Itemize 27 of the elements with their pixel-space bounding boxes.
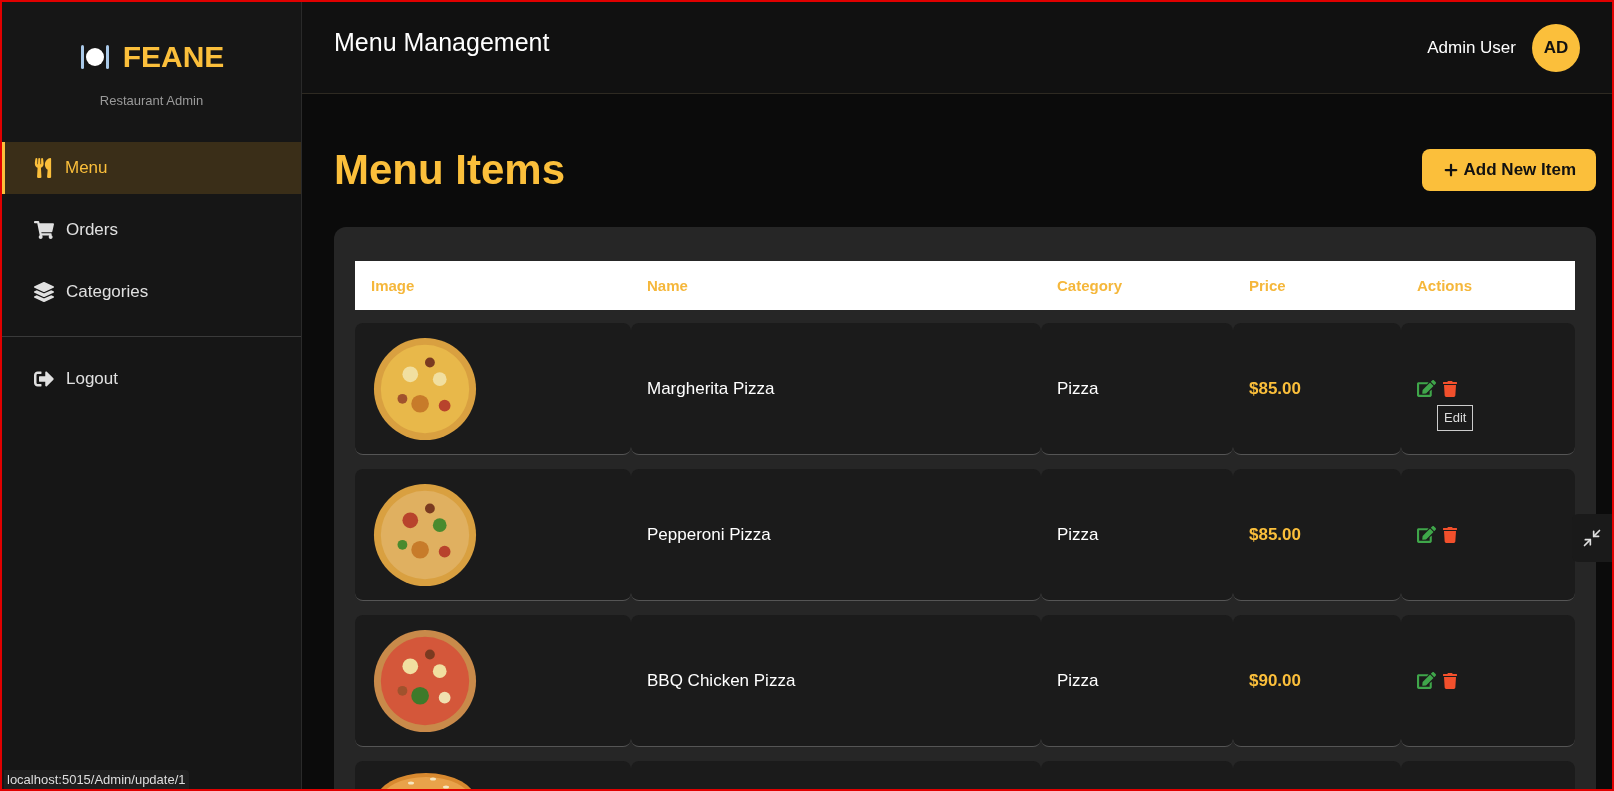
column-header: Name	[647, 276, 688, 294]
page-title: Menu Items	[334, 145, 566, 195]
avatar[interactable]: AD	[1532, 23, 1580, 72]
item-price: $85.00	[1249, 523, 1301, 546]
add-item-button[interactable]: Add New Item	[1421, 148, 1596, 191]
header-title: Menu Management	[334, 26, 550, 58]
logout-link[interactable]: Logout	[2, 353, 301, 405]
status-url: localhost:5015/Admin/update/1	[4, 769, 189, 789]
brand-subtitle: Restaurant Admin	[99, 91, 204, 110]
item-price: $90.00	[1249, 669, 1301, 692]
item-category: Pizza	[1057, 377, 1099, 400]
item-category: Pizza	[1057, 669, 1099, 692]
column-header: Category	[1057, 276, 1123, 294]
column-header: Actions	[1417, 276, 1472, 294]
sidebar-item[interactable]: Categories	[2, 266, 301, 318]
user-name: Admin User	[1427, 36, 1516, 59]
brand-name: FEANE	[122, 38, 225, 75]
item-category: Pizza	[1057, 523, 1099, 546]
column-header: Price	[1249, 276, 1286, 294]
sidebar-item[interactable]: Menu	[2, 142, 301, 194]
item-price: $85.00	[1249, 377, 1301, 400]
tooltip: Edit	[1437, 405, 1474, 431]
item-name: Pepperoni Pizza	[647, 523, 771, 546]
item-name: BBQ Chicken Pizza	[647, 669, 796, 692]
sidebar-item[interactable]: Orders	[2, 204, 301, 256]
column-header: Image	[371, 276, 415, 294]
item-name: Margherita Pizza	[647, 377, 775, 400]
